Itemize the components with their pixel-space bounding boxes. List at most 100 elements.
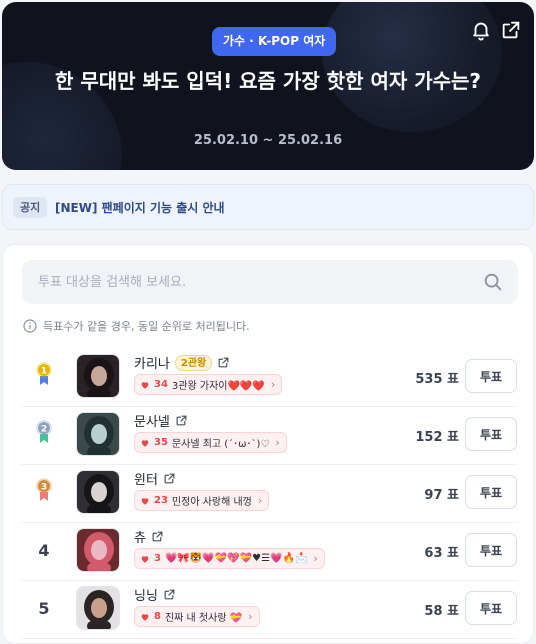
search-icon[interactable] bbox=[482, 271, 504, 293]
bronze-medal-icon: 3 bbox=[36, 478, 52, 501]
vote-button[interactable]: 투표 bbox=[465, 591, 517, 625]
heart-icon bbox=[141, 613, 149, 621]
info-text: 득표수가 같을 경우, 동일 순위로 처리됩니다. bbox=[43, 320, 250, 333]
avatar-shoulders bbox=[87, 563, 111, 571]
avatar-shoulders bbox=[87, 389, 111, 397]
cheer-count: 8 bbox=[154, 611, 161, 622]
avatar[interactable] bbox=[76, 412, 120, 456]
bell-icon[interactable] bbox=[470, 19, 492, 41]
search-box bbox=[22, 260, 518, 304]
external-link-icon[interactable] bbox=[163, 588, 176, 601]
heart-icon bbox=[141, 497, 149, 505]
rank-number: 5 bbox=[38, 599, 50, 618]
cheer-text: 진짜 내 첫사랑 💝 bbox=[164, 613, 243, 624]
ranking-row: 3 윈터 23 민정아 사랑해 내껑 › 97 표 투표 bbox=[21, 465, 517, 523]
cheer-count: 35 bbox=[154, 437, 168, 448]
avatar[interactable] bbox=[76, 586, 120, 630]
notice-text[interactable]: [NEW] 팬페이지 기능 출시 안내 bbox=[55, 199, 225, 216]
cheer-message-pill[interactable]: 3 💗🎀🐯💗💝💖💝♥☰💗🔥📩 › bbox=[134, 548, 325, 569]
avatar[interactable] bbox=[76, 528, 120, 572]
vote-count: 535 표 bbox=[415, 372, 459, 387]
heart-icon bbox=[141, 439, 149, 447]
artist-name[interactable]: 카리나 bbox=[134, 353, 170, 372]
vote-count: 63 표 bbox=[424, 546, 459, 561]
avatar-photo bbox=[77, 355, 119, 397]
vote-count: 152 표 bbox=[415, 430, 459, 445]
cheer-text: 3관왕 가자이❤️❤️❤️ bbox=[171, 381, 265, 392]
ranking-row: 2 문사넬 35 문사넬 최고 (´･ω･`)♡ › 152 표 투표 bbox=[21, 407, 517, 465]
external-link-icon[interactable] bbox=[175, 414, 188, 427]
date-range: 25.02.10 ~ 25.02.16 bbox=[193, 133, 343, 148]
gold-medal-icon: 1 bbox=[36, 362, 52, 385]
avatar-face bbox=[91, 482, 107, 502]
rank-badge: 4 bbox=[21, 523, 67, 581]
rank-badge: 5 bbox=[21, 581, 67, 639]
artist-name-row[interactable]: 카리나 2관왕 bbox=[134, 353, 230, 372]
cheer-text: 💗🎀🐯💗💝💖💝♥☰💗🔥📩 bbox=[164, 553, 308, 564]
rank-number: 4 bbox=[38, 541, 50, 560]
rank-badge: 2 bbox=[21, 407, 67, 465]
external-link-icon[interactable] bbox=[163, 472, 176, 485]
avatar-photo bbox=[77, 471, 119, 513]
notice-banner[interactable]: 공지 [NEW] 팬페이지 기능 출시 안내 bbox=[2, 184, 534, 230]
share-icon[interactable] bbox=[500, 19, 522, 41]
artist-name-row[interactable]: 닝닝 bbox=[134, 585, 176, 604]
info-icon bbox=[23, 319, 37, 333]
avatar-shoulders bbox=[87, 447, 111, 455]
external-link-icon[interactable] bbox=[151, 530, 164, 543]
cheer-text: 민정아 사랑해 내껑 bbox=[171, 497, 252, 508]
avatar-face bbox=[91, 598, 107, 618]
medal-rank-number: 1 bbox=[41, 367, 47, 377]
artist-name[interactable]: 문사넬 bbox=[134, 411, 170, 430]
avatar[interactable] bbox=[76, 470, 120, 514]
external-link-icon[interactable] bbox=[217, 356, 230, 369]
artist-name-row[interactable]: 문사넬 bbox=[134, 411, 188, 430]
artist-name[interactable]: 닝닝 bbox=[134, 585, 158, 604]
vote-button[interactable]: 투표 bbox=[465, 417, 517, 451]
tie-rule-info: 득표수가 같을 경우, 동일 순위로 처리됩니다. bbox=[23, 318, 250, 334]
cheer-count: 34 bbox=[154, 379, 168, 390]
vote-count: 58 표 bbox=[424, 604, 459, 619]
artist-name-row[interactable]: 츄 bbox=[134, 527, 164, 546]
cheer-message-pill[interactable]: 35 문사넬 최고 (´･ω･`)♡ › bbox=[134, 432, 287, 453]
vote-button[interactable]: 투표 bbox=[465, 475, 517, 509]
silver-medal-icon: 2 bbox=[36, 420, 52, 443]
avatar-shoulders bbox=[87, 621, 111, 629]
chevron-right-icon: › bbox=[313, 552, 318, 565]
avatar-face bbox=[91, 540, 107, 560]
chevron-right-icon: › bbox=[257, 494, 263, 507]
chevron-right-icon: › bbox=[270, 378, 276, 391]
artist-name[interactable]: 츄 bbox=[134, 527, 146, 546]
vote-count: 97 표 bbox=[424, 488, 459, 503]
category-badge: 가수 · K-POP 여자 bbox=[212, 27, 337, 56]
artist-name[interactable]: 윈터 bbox=[134, 469, 158, 488]
cheer-message-pill[interactable]: 23 민정아 사랑해 내껑 › bbox=[134, 490, 270, 511]
cheer-message-pill[interactable]: 34 3관왕 가자이❤️❤️❤️ › bbox=[134, 374, 283, 395]
chevron-right-icon: › bbox=[248, 610, 253, 623]
crown-badge: 2관왕 bbox=[174, 354, 213, 371]
cheer-count: 23 bbox=[154, 495, 168, 506]
avatar-shoulders bbox=[87, 505, 111, 513]
ranking-row: 1 카리나 2관왕 34 3관왕 가자이❤️❤️❤️ › 535 표 투표 bbox=[21, 349, 517, 407]
avatar-face bbox=[91, 424, 107, 444]
vote-button[interactable]: 투표 bbox=[465, 533, 517, 567]
ranking-card: 득표수가 같을 경우, 동일 순위로 처리됩니다. 1 카리나 2관왕 bbox=[2, 244, 534, 644]
heart-icon bbox=[141, 555, 149, 563]
artist-name-row[interactable]: 윈터 bbox=[134, 469, 176, 488]
vote-button[interactable]: 투표 bbox=[465, 359, 517, 393]
avatar-photo bbox=[77, 413, 119, 455]
medal-rank-number: 3 bbox=[41, 483, 47, 493]
cheer-count: 3 bbox=[154, 553, 161, 564]
avatar[interactable] bbox=[76, 354, 120, 398]
notice-tag: 공지 bbox=[13, 197, 48, 218]
cheer-text: 문사넬 최고 (´･ω･`)♡ bbox=[171, 439, 270, 450]
avatar-photo bbox=[77, 587, 119, 629]
ranking-row: 5 닝닝 8 진짜 내 첫사랑 💝 › 58 표 투표 bbox=[21, 581, 517, 639]
avatar-face bbox=[91, 366, 107, 386]
avatar-photo bbox=[77, 529, 119, 571]
page-title: 한 무대만 봐도 입덕! 요즘 가장 핫한 여자 가수는? bbox=[54, 69, 482, 93]
heart-icon bbox=[141, 381, 149, 389]
chevron-right-icon: › bbox=[275, 436, 280, 449]
cheer-message-pill[interactable]: 8 진짜 내 첫사랑 💝 › bbox=[134, 606, 260, 627]
search-input[interactable] bbox=[22, 260, 472, 304]
